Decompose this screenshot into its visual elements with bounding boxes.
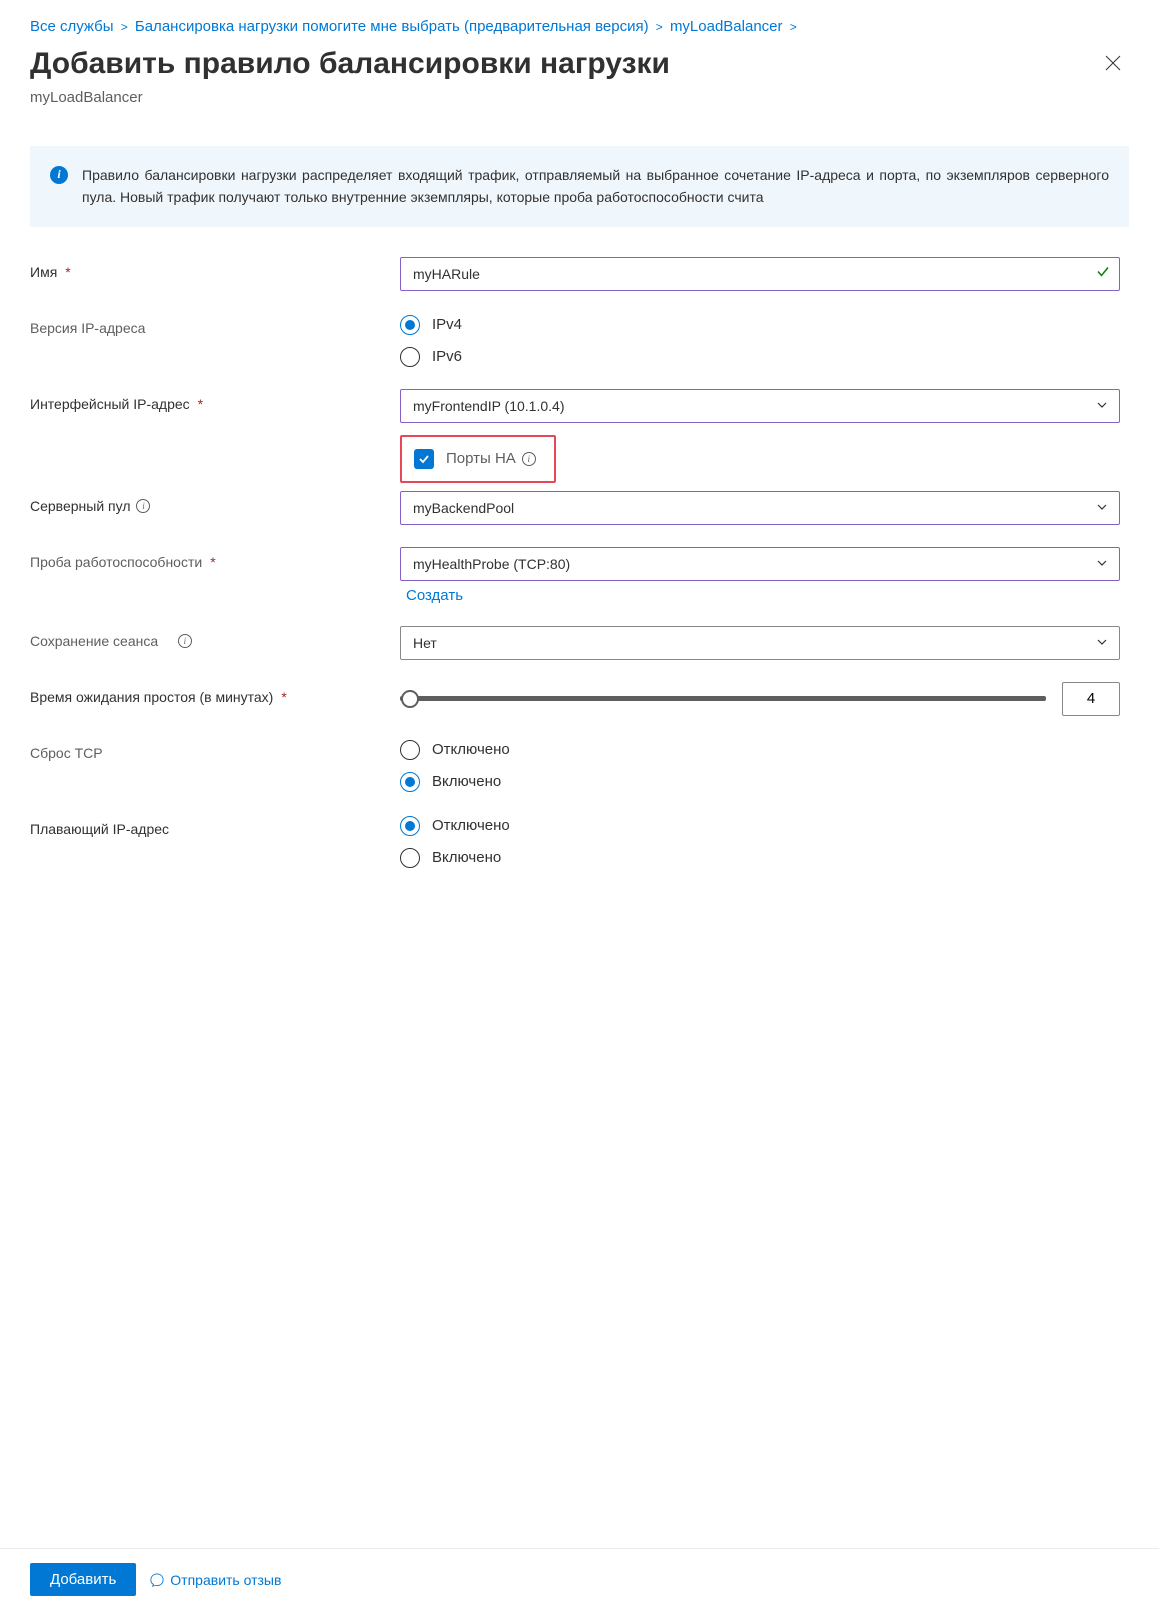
page-subtitle: myLoadBalancer [0, 83, 1159, 146]
form: Имя* Версия IP-адреса IPv4 IPv6 [0, 257, 1159, 868]
radio-tcp-reset-disabled-label: Отключено [432, 741, 510, 758]
breadcrumb-sep: > [656, 20, 663, 34]
frontend-ip-label: Интерфейсный IP-адрес* [30, 389, 400, 412]
close-button[interactable] [1097, 47, 1129, 83]
add-button[interactable]: Добавить [30, 1563, 136, 1596]
breadcrumb-sep: > [790, 20, 797, 34]
close-icon [1105, 55, 1121, 71]
radio-ipv4[interactable]: IPv4 [400, 315, 1120, 335]
backend-pool-value: myBackendPool [413, 500, 514, 516]
ip-version-label: Версия IP-адреса [30, 313, 400, 336]
frontend-ip-select[interactable]: myFrontendIP (10.1.0.4) [400, 389, 1120, 423]
check-valid-icon [1096, 264, 1110, 283]
radio-ipv6-label: IPv6 [432, 348, 462, 365]
frontend-ip-value: myFrontendIP (10.1.0.4) [413, 398, 564, 414]
footer: Добавить Отправить отзыв [0, 1548, 1159, 1610]
create-probe-link[interactable]: Создать [400, 587, 463, 604]
breadcrumb-myloadbalancer[interactable]: myLoadBalancer [670, 18, 783, 35]
ha-ports-label: Порты HA i [446, 450, 536, 467]
breadcrumb-sep: > [121, 20, 128, 34]
radio-floating-ip-disabled-label: Отключено [432, 817, 510, 834]
page-title: Добавить правило балансировки нагрузки [30, 47, 670, 81]
info-circle-icon: i [178, 634, 192, 648]
idle-timeout-label: Время ожидания простоя (в минутах) * [30, 682, 400, 705]
radio-tcp-reset-enabled-label: Включено [432, 773, 501, 790]
info-banner-text: Правило балансировки нагрузки распределя… [82, 164, 1109, 209]
session-persistence-select[interactable]: Нет [400, 626, 1120, 660]
floating-ip-label: Плавающий IP-адрес [30, 814, 400, 837]
info-circle-icon: i [136, 499, 150, 513]
ip-version-radio-group: IPv4 IPv6 [400, 313, 1120, 367]
tcp-reset-label: Сброс TCP [30, 738, 400, 761]
radio-floating-ip-enabled[interactable]: Включено [400, 848, 1120, 868]
session-persistence-value: Нет [413, 635, 437, 651]
feedback-link-label: Отправить отзыв [170, 1572, 281, 1588]
radio-tcp-reset-enabled[interactable]: Включено [400, 772, 1120, 792]
radio-floating-ip-enabled-label: Включено [432, 849, 501, 866]
radio-tcp-reset-disabled[interactable]: Отключено [400, 740, 1120, 760]
breadcrumbs: Все службы > Балансировка нагрузки помог… [0, 0, 1159, 43]
checkbox-checked-icon [414, 449, 434, 469]
feedback-icon [150, 1573, 164, 1587]
health-probe-value: myHealthProbe (TCP:80) [413, 556, 570, 572]
backend-pool-label: Серверный пул i [30, 491, 400, 514]
backend-pool-select[interactable]: myBackendPool [400, 491, 1120, 525]
info-circle-icon: i [522, 452, 536, 466]
radio-ipv6[interactable]: IPv6 [400, 347, 1120, 367]
radio-ipv4-label: IPv4 [432, 316, 462, 333]
feedback-link[interactable]: Отправить отзыв [150, 1572, 281, 1588]
idle-timeout-value-input[interactable] [1062, 682, 1120, 716]
radio-floating-ip-disabled[interactable]: Отключено [400, 816, 1120, 836]
health-probe-select[interactable]: myHealthProbe (TCP:80) [400, 547, 1120, 581]
ha-ports-checkbox[interactable]: Порты HA i [400, 435, 556, 483]
session-persistence-label: Сохранение сеанса i [30, 626, 400, 649]
health-probe-label: Проба работоспособности * [30, 547, 400, 570]
breadcrumb-all-services[interactable]: Все службы [30, 18, 114, 35]
name-label: Имя* [30, 257, 400, 280]
idle-timeout-slider[interactable] [400, 696, 1046, 701]
breadcrumb-load-balancing[interactable]: Балансировка нагрузки помогите мне выбра… [135, 18, 649, 35]
info-banner: i Правило балансировки нагрузки распреде… [30, 146, 1129, 227]
name-input[interactable] [400, 257, 1120, 291]
slider-thumb[interactable] [401, 690, 419, 708]
info-icon: i [50, 166, 68, 184]
